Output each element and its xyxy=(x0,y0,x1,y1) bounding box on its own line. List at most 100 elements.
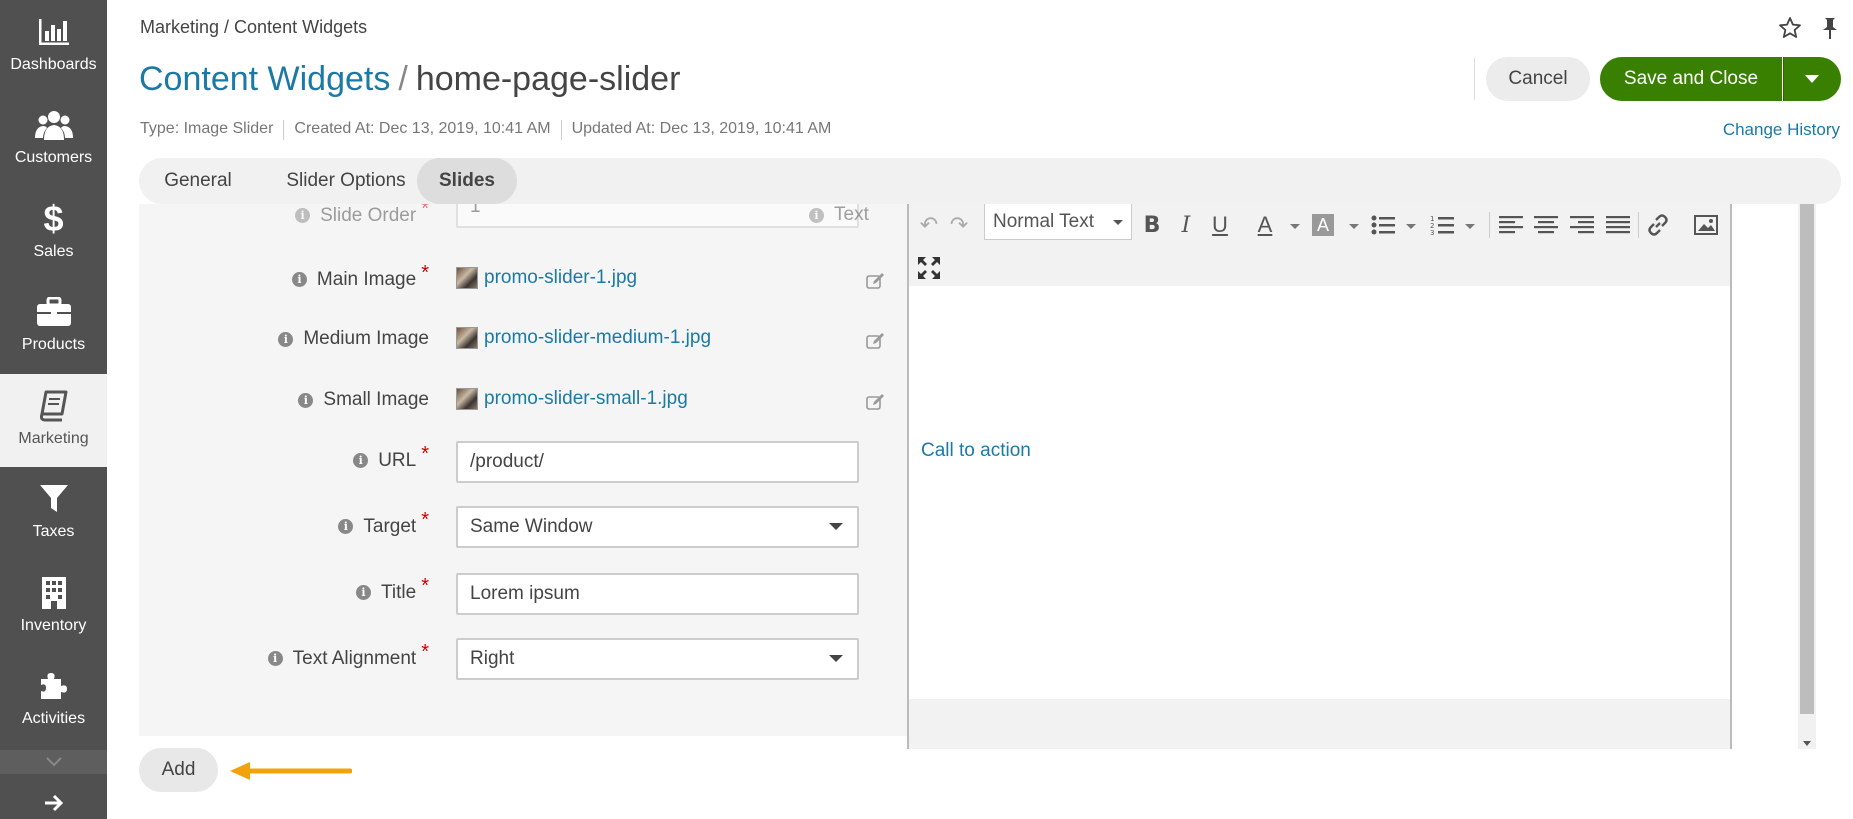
change-history-link[interactable]: Change History xyxy=(1723,120,1840,140)
save-and-close-button[interactable]: Save and Close xyxy=(1600,57,1782,101)
sidebar: Dashboards Customers $ Sales Products Ma… xyxy=(0,0,107,819)
info-icon: i xyxy=(295,208,311,223)
scrollbar-thumb[interactable] xyxy=(1800,204,1814,714)
sidebar-item-sales[interactable]: $ Sales xyxy=(0,187,107,280)
briefcase-icon xyxy=(0,294,107,330)
chevron-down-icon xyxy=(45,757,62,767)
divider xyxy=(1489,212,1490,238)
sidebar-item-label: Dashboards xyxy=(10,56,97,73)
numbered-list-icon[interactable]: 123 xyxy=(1430,214,1454,236)
info-icon: i xyxy=(356,585,371,600)
annotation-arrow-icon xyxy=(230,762,352,780)
format-select[interactable]: Normal Text xyxy=(984,204,1132,240)
page-title-link[interactable]: Content Widgets xyxy=(139,60,390,98)
medium-image-link[interactable]: promo-slider-medium-1.jpg xyxy=(456,327,711,349)
sidebar-item-label: Taxes xyxy=(32,523,75,540)
sidebar-item-label: Products xyxy=(21,336,86,353)
sidebar-item-label: Customers xyxy=(14,149,93,166)
arrow-right-icon xyxy=(44,794,63,811)
caret-down-icon xyxy=(1406,224,1416,229)
align-right-icon[interactable] xyxy=(1570,215,1594,235)
underline-icon[interactable]: U xyxy=(1209,210,1231,240)
sidebar-item-customers[interactable]: Customers xyxy=(0,93,107,186)
info-icon: i xyxy=(353,453,369,468)
target-select[interactable]: Same Window xyxy=(456,506,859,548)
sidebar-item-label: Sales xyxy=(33,243,74,260)
caret-down-icon xyxy=(1349,224,1359,229)
edit-icon[interactable] xyxy=(866,393,886,411)
sidebar-item-inventory[interactable]: Inventory xyxy=(0,561,107,654)
italic-icon[interactable]: I xyxy=(1175,210,1197,240)
vertical-scrollbar[interactable] xyxy=(1798,204,1816,749)
meta-updated: Updated At: Dec 13, 2019, 10:41 AM xyxy=(571,120,832,137)
bar-chart-icon xyxy=(0,14,107,50)
bold-icon[interactable]: B xyxy=(1141,210,1163,240)
cancel-button[interactable]: Cancel xyxy=(1486,57,1590,101)
star-icon[interactable] xyxy=(1778,16,1802,40)
divider xyxy=(560,120,562,140)
scroll-down-arrow-icon[interactable] xyxy=(1803,741,1811,746)
meta-created: Created At: Dec 13, 2019, 10:41 AM xyxy=(294,120,551,137)
redo-icon[interactable]: ↷ xyxy=(947,210,971,240)
add-slide-button[interactable]: Add xyxy=(139,748,218,792)
caret-down-icon xyxy=(1290,224,1300,229)
save-options-dropdown-button[interactable] xyxy=(1783,57,1841,101)
editor-content-link[interactable]: Call to action xyxy=(921,440,1031,462)
caret-down-icon xyxy=(829,523,843,530)
book-icon xyxy=(0,388,107,424)
medium-image-label: i Medium Image xyxy=(278,328,429,350)
edit-icon[interactable] xyxy=(866,332,886,350)
tab-slider-options[interactable]: Slider Options xyxy=(257,158,435,204)
text-label: i Text xyxy=(809,204,869,226)
image-icon[interactable] xyxy=(1694,214,1718,236)
link-icon[interactable] xyxy=(1646,213,1670,237)
image-thumbnail xyxy=(456,267,478,289)
editor-status-bar xyxy=(909,699,1730,749)
tab-general[interactable]: General xyxy=(139,158,257,204)
bullet-list-icon[interactable] xyxy=(1371,214,1395,236)
image-thumbnail xyxy=(456,327,478,349)
sidebar-item-dashboards[interactable]: Dashboards xyxy=(0,0,107,93)
sidebar-item-label: Activities xyxy=(21,710,86,727)
entity-meta: Type: Image Slider Created At: Dec 13, 2… xyxy=(140,120,831,140)
divider xyxy=(283,120,285,140)
background-color-icon[interactable]: A xyxy=(1312,214,1334,236)
url-input[interactable]: /product/ xyxy=(456,441,859,483)
small-image-label: i Small Image xyxy=(298,389,429,411)
filter-icon xyxy=(0,481,107,517)
info-icon: i xyxy=(338,519,354,534)
text-alignment-select[interactable]: Right xyxy=(456,638,859,680)
breadcrumb: Marketing / Content Widgets xyxy=(140,17,368,37)
slide-order-input[interactable]: 1 xyxy=(456,204,859,228)
text-color-icon[interactable]: A xyxy=(1254,210,1276,240)
sidebar-more-button[interactable] xyxy=(0,750,107,774)
sidebar-item-taxes[interactable]: Taxes xyxy=(0,467,107,560)
divider xyxy=(1474,58,1475,100)
slide-form-panel: i Slide Order * 1 i Text i Main Image * promo… xyxy=(139,204,909,736)
divider xyxy=(1638,212,1639,238)
page-title-separator: / xyxy=(398,60,408,98)
align-justify-icon[interactable] xyxy=(1606,215,1630,235)
sidebar-item-activities[interactable]: Activities xyxy=(0,654,107,747)
fullscreen-icon[interactable] xyxy=(917,256,941,280)
info-icon: i xyxy=(267,651,283,666)
sidebar-expand-button[interactable] xyxy=(0,786,107,819)
align-left-icon[interactable] xyxy=(1499,215,1523,235)
sidebar-item-products[interactable]: Products xyxy=(0,280,107,373)
info-icon: i xyxy=(298,392,314,408)
main-image-label: i Main Image * xyxy=(291,262,429,291)
undo-icon[interactable]: ↶ xyxy=(917,210,941,240)
users-icon xyxy=(0,107,107,143)
title-input[interactable]: Lorem ipsum xyxy=(456,573,859,615)
align-center-icon[interactable] xyxy=(1534,215,1558,235)
tab-bar: General Slider Options Slides xyxy=(139,158,1841,204)
main-image-link[interactable]: promo-slider-1.jpg xyxy=(456,267,637,289)
dollar-icon: $ xyxy=(43,198,64,239)
pin-icon[interactable] xyxy=(1819,16,1841,40)
small-image-link[interactable]: promo-slider-small-1.jpg xyxy=(456,388,688,410)
sidebar-item-marketing[interactable]: Marketing xyxy=(0,374,107,467)
svg-text:3: 3 xyxy=(1430,229,1434,236)
edit-icon[interactable] xyxy=(866,272,886,290)
caret-down-icon xyxy=(1805,75,1819,83)
tab-slides[interactable]: Slides xyxy=(417,158,517,204)
